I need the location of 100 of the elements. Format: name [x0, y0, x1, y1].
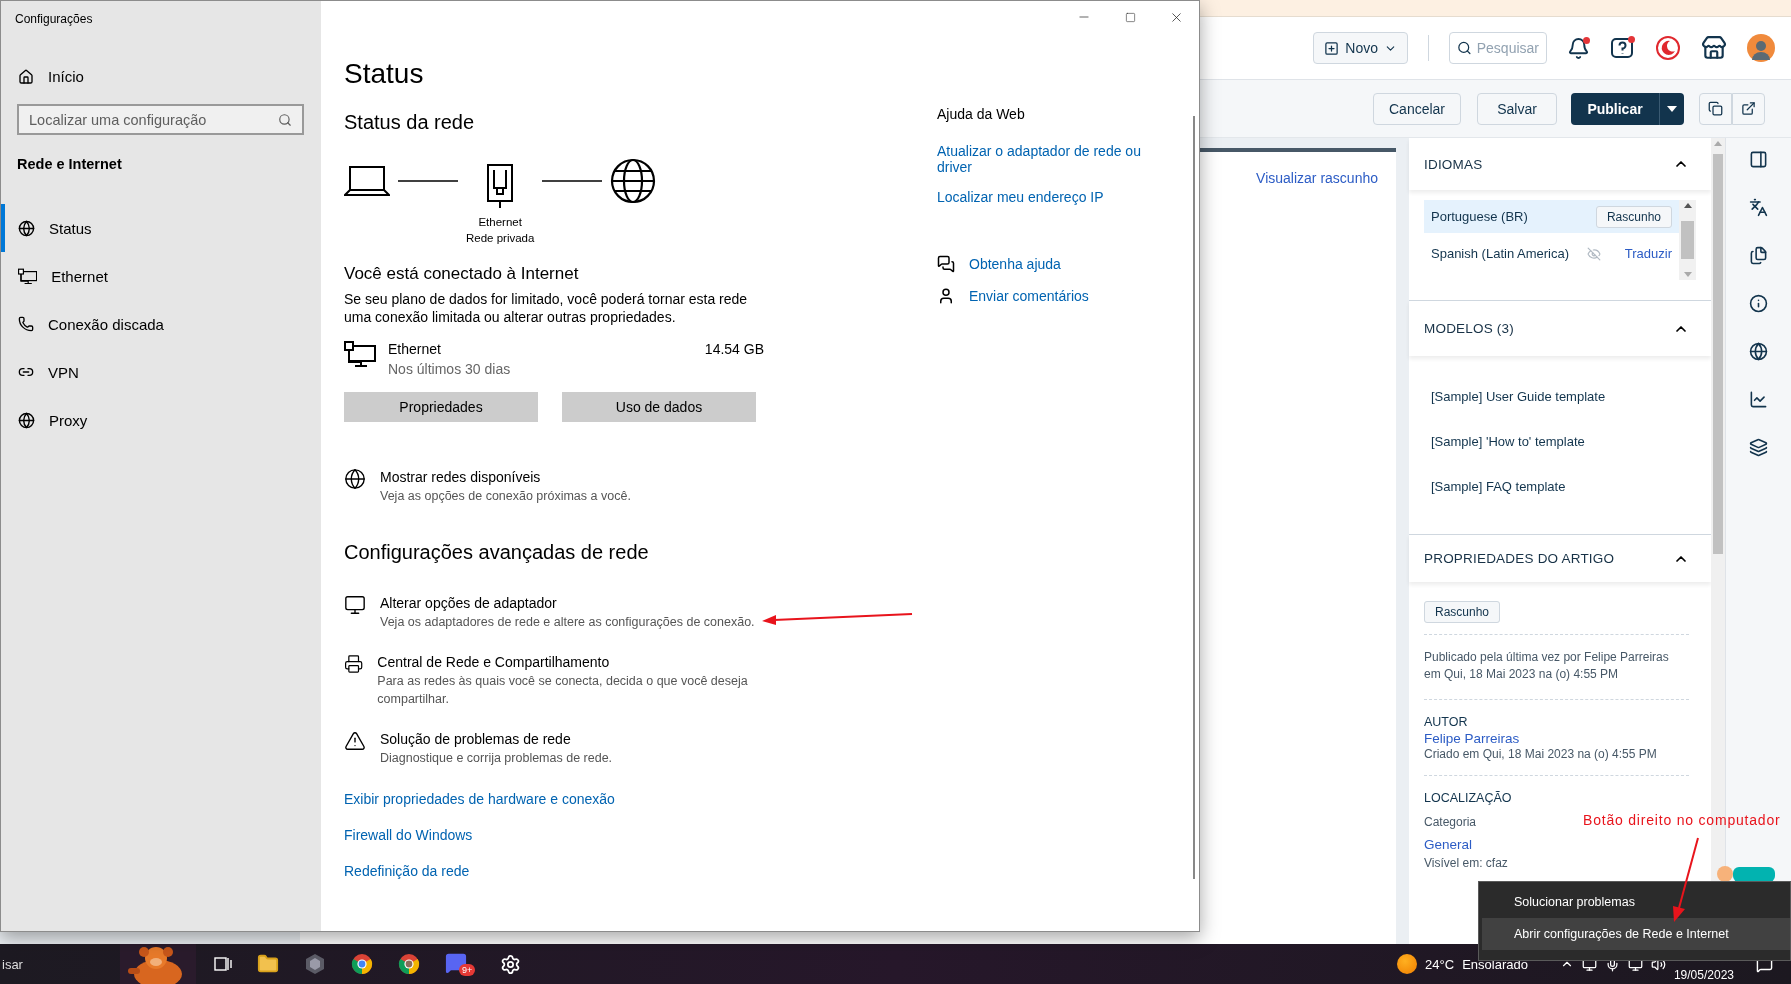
maximize-icon: [1124, 11, 1136, 23]
translate-icon[interactable]: [1749, 198, 1768, 217]
nav-item[interactable]: Proxy: [1, 396, 321, 444]
data-amount: 14.54 GB: [704, 340, 764, 358]
weather-condition: Ensolarado: [1462, 956, 1528, 972]
printer-icon: [344, 653, 364, 675]
show-networks-item[interactable]: Mostrar redes disponíveis Veja as opções de conexão próximas a você.: [344, 468, 764, 505]
warning-icon: [344, 730, 366, 752]
info-icon[interactable]: [1749, 294, 1768, 313]
settings-item[interactable]: Central de Rede e Compartilhamento Para as redes às quais você se conecta, decida o que você deseja compartilhar.: [344, 653, 764, 708]
help-link[interactable]: Localizar meu endereço IP: [937, 189, 1152, 205]
properties-button[interactable]: Propriedades: [344, 392, 538, 422]
section-title: PROPRIEDADES DO ARTIGO: [1424, 551, 1615, 566]
publish-button[interactable]: Publicar: [1571, 92, 1659, 125]
phone-icon: [18, 316, 34, 332]
app-icon[interactable]: [304, 953, 326, 975]
annotation-text: Botão direito no computador: [1583, 812, 1781, 828]
save-button[interactable]: Salvar: [1477, 92, 1557, 125]
documents-icon[interactable]: [1749, 246, 1768, 265]
copy-button[interactable]: [1699, 92, 1732, 125]
globe-icon[interactable]: [1749, 342, 1768, 361]
crescent-icon[interactable]: [1655, 35, 1681, 61]
preview-link[interactable]: Visualizar rascunho: [1256, 170, 1378, 944]
category-link[interactable]: General: [1424, 837, 1473, 852]
scrollbar[interactable]: [1193, 116, 1195, 879]
item-subtitle: Veja as opções de conexão próximas a você.: [380, 488, 631, 505]
publish-options-button[interactable]: [1659, 92, 1684, 125]
plus-square-icon: [1324, 40, 1340, 56]
globe-icon: [18, 411, 35, 429]
nav-item[interactable]: Conexão discada: [1, 300, 321, 348]
template-item[interactable]: [Sample] 'How to' template: [1431, 434, 1689, 449]
avatar[interactable]: [1747, 34, 1775, 62]
nav-item[interactable]: Ethernet: [1, 252, 321, 300]
scrollbar[interactable]: [1679, 200, 1696, 280]
menu-item[interactable]: Solucionar problemas: [1482, 886, 1790, 918]
ethernet-icon: [344, 340, 376, 368]
browser-profile-icon[interactable]: [398, 953, 420, 975]
published-info: Publicado pela última vez por Felipe Parreiras em Qui, 18 Mai 2023 na (o) 4:55 PM: [1424, 649, 1670, 683]
copy-icon: [1708, 101, 1723, 116]
layers-icon[interactable]: [1749, 438, 1768, 457]
store-icon[interactable]: [1701, 35, 1727, 61]
folder-icon[interactable]: [257, 953, 279, 975]
connection-status: Você está conectado à Internet: [344, 264, 580, 284]
search-field[interactable]: isar: [0, 956, 120, 972]
section-heading: Status da rede: [344, 111, 476, 134]
laptop-icon: [344, 164, 390, 198]
help-heading: Ajuda da Web: [937, 105, 1026, 123]
template-item[interactable]: [Sample] User Guide template: [1431, 389, 1689, 404]
scroll-up-icon[interactable]: [1683, 203, 1692, 208]
notifications-icon[interactable]: [1567, 36, 1590, 60]
temperature: 24°C: [1425, 956, 1455, 972]
globe-icon: [344, 468, 366, 490]
notification-badge: 9+: [459, 964, 476, 976]
data-usage-button[interactable]: Uso de dados: [562, 392, 756, 422]
chat-widget-icon[interactable]: [1715, 866, 1777, 882]
chat-icon: [937, 255, 955, 273]
help-link[interactable]: Atualizar o adaptador de rede ou driver: [937, 143, 1152, 175]
settings-link[interactable]: Exibir propriedades de hardware e conexão: [344, 791, 764, 807]
template-item[interactable]: [Sample] FAQ template: [1431, 479, 1689, 494]
browser-icon[interactable]: [351, 953, 373, 975]
field-label: LOCALIZAÇÃO: [1424, 790, 1512, 807]
cancel-button[interactable]: Cancelar: [1373, 92, 1461, 125]
help-icon[interactable]: [1610, 35, 1635, 61]
external-link-icon: [1741, 101, 1756, 116]
created-info: Criado em Qui, 18 Mai 2023 na (o) 4:55 PM: [1424, 746, 1657, 763]
nav-item[interactable]: Status: [1, 204, 321, 252]
adapter-name: Ethernet: [388, 340, 442, 358]
menu-item[interactable]: Abrir configurações de Rede e Internet: [1482, 918, 1790, 950]
translate-link[interactable]: Traduzir: [1624, 246, 1672, 261]
new-button[interactable]: Novo: [1313, 32, 1408, 64]
visibility-info: Visível em: cfaz: [1424, 855, 1508, 872]
item-title: Solução de problemas de rede: [380, 730, 572, 748]
task-view-icon[interactable]: [214, 955, 232, 973]
settings-link[interactable]: Redefinição da rede: [344, 863, 764, 879]
search-field[interactable]: Localizar uma configuração: [17, 104, 304, 135]
home-item[interactable]: Início: [18, 68, 321, 85]
chart-icon[interactable]: [1749, 390, 1768, 409]
item-subtitle: Para as redes às quais você se conecta, decida o que você deseja compartilhar.: [377, 673, 749, 708]
hidden-icon: [1586, 246, 1601, 261]
settings-item[interactable]: Solução de problemas de rede Diagnostique e corrija problemas de rede.: [344, 730, 764, 767]
settings-link[interactable]: Firewall do Windows: [344, 827, 764, 843]
help-action-link[interactable]: Enviar comentários: [969, 288, 1089, 304]
settings-item[interactable]: Alterar opções de adaptador Veja os adaptadores de rede e altere as configurações de conexão.: [344, 594, 764, 631]
help-action-link[interactable]: Obtenha ajuda: [969, 256, 1061, 272]
nav-item[interactable]: VPN: [1, 348, 321, 396]
item-subtitle: Diagnostique e corrija problemas de rede.: [380, 750, 613, 767]
clock-date[interactable]: 19/05/2023: [1673, 968, 1734, 982]
person-icon: [937, 287, 955, 305]
language-row[interactable]: Portuguese (BR) Rascunho: [1424, 200, 1679, 233]
language-row[interactable]: Spanish (Latin America) Traduzir: [1424, 237, 1679, 270]
weather-icon[interactable]: [1397, 954, 1418, 974]
settings-icon[interactable]: [500, 953, 522, 975]
section-heading: Rede e Internet: [17, 156, 123, 172]
adapter-label: Ethernet: [478, 215, 522, 230]
author-link[interactable]: Felipe Parreiras: [1424, 731, 1520, 746]
panel-toggle-icon[interactable]: [1749, 150, 1768, 169]
globe-icon: [18, 219, 35, 237]
open-external-button[interactable]: [1732, 92, 1765, 125]
network-label: Rede privada: [466, 231, 535, 246]
section-title: IDIOMAS: [1424, 156, 1483, 172]
